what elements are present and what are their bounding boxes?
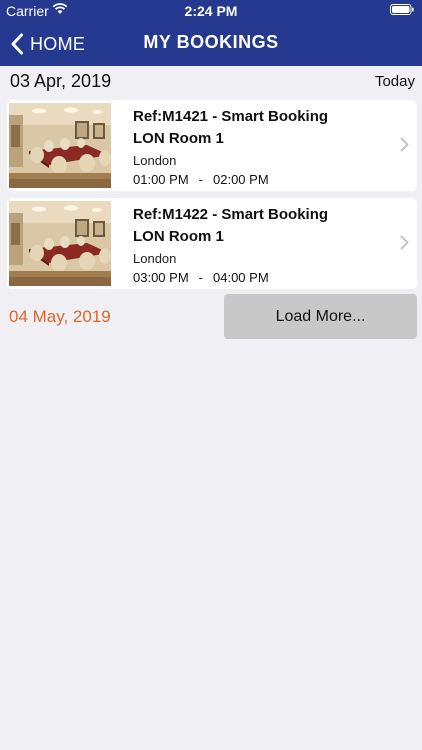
booking-card[interactable]: Ref:M1421 - Smart Booking LON Room 1 Lon… xyxy=(7,100,417,191)
booking-card[interactable]: Ref:M1422 - Smart Booking LON Room 1 Lon… xyxy=(7,198,417,289)
booking-time-range: 01:00 PM -02:00 PM xyxy=(133,172,269,187)
booking-location: London xyxy=(133,251,177,266)
booking-start-time: 03:00 PM xyxy=(133,270,189,285)
time-separator: - xyxy=(198,172,203,187)
booking-room: LON Room 1 xyxy=(133,130,224,147)
booking-end-time: 04:00 PM xyxy=(213,270,269,285)
booking-room: LON Room 1 xyxy=(133,228,224,245)
date-section-header: 03 Apr, 2019 Today xyxy=(0,66,422,96)
booking-reference: Ref:M1421 - Smart Booking xyxy=(133,108,329,125)
status-bar: Carrier 2:24 PM xyxy=(0,0,422,22)
meeting-room-photo xyxy=(9,103,111,188)
time-separator: - xyxy=(198,270,203,285)
booking-start-time: 01:00 PM xyxy=(133,172,189,187)
meeting-room-photo xyxy=(9,201,111,286)
page-title: MY BOOKINGS xyxy=(143,32,279,52)
top-bar: Carrier 2:24 PM HOME MY BOOKINGS xyxy=(0,0,422,66)
next-booking-date: 04 May, 2019 xyxy=(9,307,111,326)
navigation-bar: HOME MY BOOKINGS xyxy=(0,22,422,66)
load-more-button[interactable]: Load More... xyxy=(224,294,417,339)
booking-reference: Ref:M1422 - Smart Booking xyxy=(133,206,329,223)
section-date: 03 Apr, 2019 xyxy=(10,71,112,91)
battery-icon xyxy=(390,4,414,15)
booking-location: London xyxy=(133,153,177,168)
booking-end-time: 02:00 PM xyxy=(213,172,269,187)
chevron-right-icon xyxy=(400,235,409,250)
status-time: 2:24 PM xyxy=(184,3,238,19)
chevron-right-icon xyxy=(400,137,409,152)
booking-time-range: 03:00 PM -04:00 PM xyxy=(133,270,269,285)
today-label: Today xyxy=(374,73,415,90)
